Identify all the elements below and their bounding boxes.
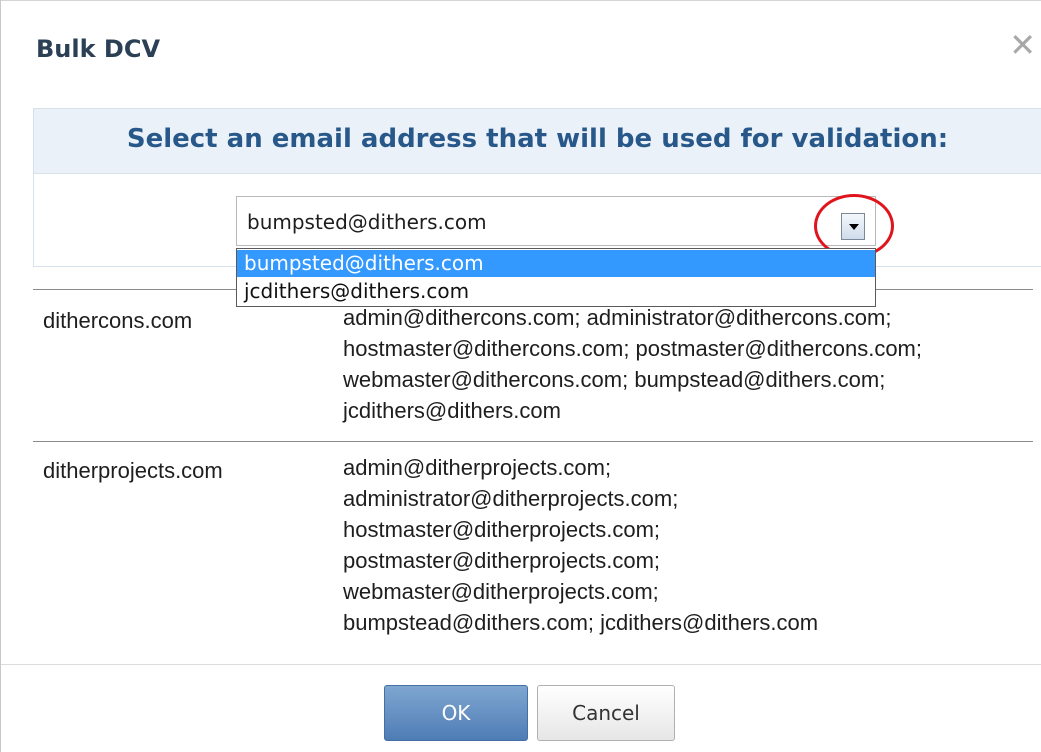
- domain-name: dithercons.com: [43, 308, 193, 333]
- close-icon[interactable]: ✕: [1009, 29, 1036, 61]
- dropdown-arrow-icon[interactable]: [841, 213, 865, 240]
- chevron-down-icon: [849, 224, 859, 230]
- prompt-banner: Select an email address that will be use…: [33, 108, 1041, 174]
- dialog-title: Bulk DCV: [36, 35, 161, 63]
- email-dropdown-list: bumpsted@dithers.com jcdithers@dithers.c…: [236, 248, 876, 307]
- dropdown-option[interactable]: bumpsted@dithers.com: [237, 250, 875, 277]
- email-select-value: bumpsted@dithers.com: [247, 210, 487, 234]
- ok-button[interactable]: OK: [384, 685, 528, 741]
- dropdown-option[interactable]: jcdithers@dithers.com: [237, 278, 875, 305]
- dialog-titlebar: Bulk DCV ✕: [1, 0, 1041, 89]
- email-select[interactable]: bumpsted@dithers.com: [236, 196, 876, 246]
- cancel-button[interactable]: Cancel: [537, 685, 675, 741]
- bulk-dcv-dialog: Bulk DCV ✕ Select an email address that …: [0, 0, 1041, 752]
- row-divider: [33, 441, 1033, 442]
- footer-divider: [1, 664, 1041, 665]
- domain-name: ditherprojects.com: [43, 458, 223, 483]
- domain-emails: admin@dithercons.com; administrator@dith…: [343, 305, 922, 423]
- domain-emails: admin@ditherprojects.com; administrator@…: [343, 455, 819, 635]
- prompt-text: Select an email address that will be use…: [126, 124, 949, 154]
